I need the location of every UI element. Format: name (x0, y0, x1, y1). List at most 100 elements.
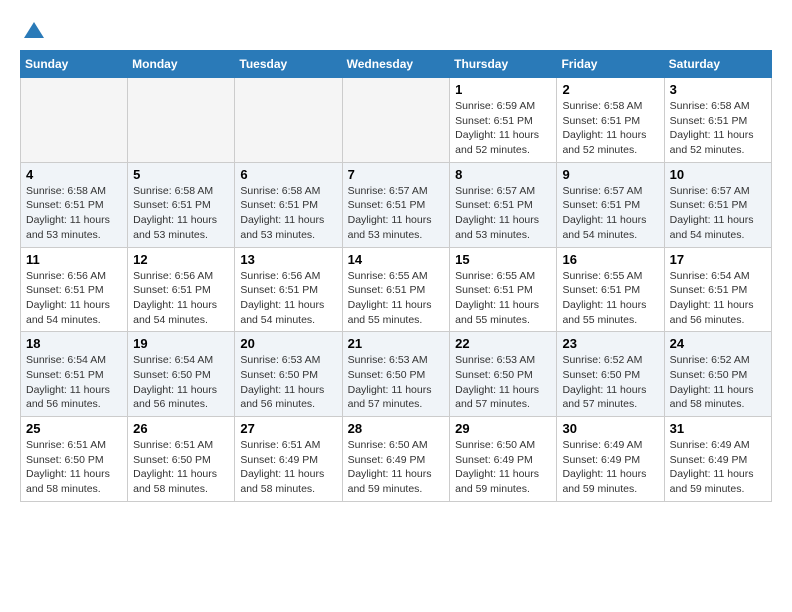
day-info: Sunrise: 6:51 AM Sunset: 6:50 PM Dayligh… (26, 438, 122, 497)
day-number: 27 (240, 421, 336, 436)
day-number: 2 (562, 82, 658, 97)
day-info: Sunrise: 6:54 AM Sunset: 6:51 PM Dayligh… (26, 353, 122, 412)
day-number: 12 (133, 252, 229, 267)
day-info: Sunrise: 6:56 AM Sunset: 6:51 PM Dayligh… (26, 269, 122, 328)
calendar-cell: 1 Sunrise: 6:59 AM Sunset: 6:51 PM Daylig… (450, 78, 557, 163)
calendar-cell: 28 Sunrise: 6:50 AM Sunset: 6:49 PM Dayli… (342, 417, 450, 502)
day-info: Sunrise: 6:58 AM Sunset: 6:51 PM Dayligh… (240, 184, 336, 243)
calendar-cell: 23 Sunrise: 6:52 AM Sunset: 6:50 PM Dayli… (557, 332, 664, 417)
calendar-cell: 31 Sunrise: 6:49 AM Sunset: 6:49 PM Dayli… (664, 417, 771, 502)
day-info: Sunrise: 6:56 AM Sunset: 6:51 PM Dayligh… (133, 269, 229, 328)
calendar-cell: 11 Sunrise: 6:56 AM Sunset: 6:51 PM Dayli… (21, 247, 128, 332)
calendar-cell: 18 Sunrise: 6:54 AM Sunset: 6:51 PM Dayli… (21, 332, 128, 417)
day-info: Sunrise: 6:50 AM Sunset: 6:49 PM Dayligh… (348, 438, 445, 497)
day-info: Sunrise: 6:54 AM Sunset: 6:51 PM Dayligh… (670, 269, 766, 328)
day-info: Sunrise: 6:58 AM Sunset: 6:51 PM Dayligh… (670, 99, 766, 158)
day-info: Sunrise: 6:53 AM Sunset: 6:50 PM Dayligh… (455, 353, 551, 412)
day-info: Sunrise: 6:51 AM Sunset: 6:49 PM Dayligh… (240, 438, 336, 497)
day-info: Sunrise: 6:54 AM Sunset: 6:50 PM Dayligh… (133, 353, 229, 412)
day-number: 7 (348, 167, 445, 182)
day-header-monday: Monday (128, 51, 235, 78)
logo-icon (22, 20, 46, 44)
day-info: Sunrise: 6:51 AM Sunset: 6:50 PM Dayligh… (133, 438, 229, 497)
day-info: Sunrise: 6:52 AM Sunset: 6:50 PM Dayligh… (670, 353, 766, 412)
day-number: 14 (348, 252, 445, 267)
calendar-cell: 4Sunrise: 6:58 AM Sunset: 6:51 PM Daylig… (21, 162, 128, 247)
day-header-sunday: Sunday (21, 51, 128, 78)
day-info: Sunrise: 6:57 AM Sunset: 6:51 PM Dayligh… (670, 184, 766, 243)
day-number: 21 (348, 336, 445, 351)
day-info: Sunrise: 6:57 AM Sunset: 6:51 PM Dayligh… (455, 184, 551, 243)
calendar-cell: 24 Sunrise: 6:52 AM Sunset: 6:50 PM Dayli… (664, 332, 771, 417)
calendar-week-row: 25Sunrise: 6:51 AM Sunset: 6:50 PM Dayli… (21, 417, 772, 502)
calendar-week-row: 4Sunrise: 6:58 AM Sunset: 6:51 PM Daylig… (21, 162, 772, 247)
day-number: 17 (670, 252, 766, 267)
calendar-cell: 20Sunrise: 6:53 AM Sunset: 6:50 PM Dayli… (235, 332, 342, 417)
day-info: Sunrise: 6:57 AM Sunset: 6:51 PM Dayligh… (562, 184, 658, 243)
calendar-week-row: 11 Sunrise: 6:56 AM Sunset: 6:51 PM Dayli… (21, 247, 772, 332)
day-number: 31 (670, 421, 766, 436)
calendar-cell: 21Sunrise: 6:53 AM Sunset: 6:50 PM Dayli… (342, 332, 450, 417)
day-number: 13 (240, 252, 336, 267)
calendar-cell: 7Sunrise: 6:57 AM Sunset: 6:51 PM Daylig… (342, 162, 450, 247)
day-header-thursday: Thursday (450, 51, 557, 78)
day-info: Sunrise: 6:56 AM Sunset: 6:51 PM Dayligh… (240, 269, 336, 328)
day-header-tuesday: Tuesday (235, 51, 342, 78)
logo (20, 20, 46, 40)
day-header-wednesday: Wednesday (342, 51, 450, 78)
calendar-cell: 6 Sunrise: 6:58 AM Sunset: 6:51 PM Daylig… (235, 162, 342, 247)
calendar-cell: 13 Sunrise: 6:56 AM Sunset: 6:51 PM Dayli… (235, 247, 342, 332)
calendar-cell: 5Sunrise: 6:58 AM Sunset: 6:51 PM Daylig… (128, 162, 235, 247)
calendar-cell: 26 Sunrise: 6:51 AM Sunset: 6:50 PM Dayli… (128, 417, 235, 502)
day-number: 10 (670, 167, 766, 182)
day-number: 22 (455, 336, 551, 351)
calendar-cell: 14Sunrise: 6:55 AM Sunset: 6:51 PM Dayli… (342, 247, 450, 332)
day-header-saturday: Saturday (664, 51, 771, 78)
day-info: Sunrise: 6:58 AM Sunset: 6:51 PM Dayligh… (26, 184, 122, 243)
page-header (20, 20, 772, 40)
day-number: 11 (26, 252, 122, 267)
calendar-cell: 19 Sunrise: 6:54 AM Sunset: 6:50 PM Dayli… (128, 332, 235, 417)
calendar-table: SundayMondayTuesdayWednesdayThursdayFrid… (20, 50, 772, 502)
calendar-cell: 27 Sunrise: 6:51 AM Sunset: 6:49 PM Dayli… (235, 417, 342, 502)
day-number: 26 (133, 421, 229, 436)
day-number: 9 (562, 167, 658, 182)
calendar-cell: 2 Sunrise: 6:58 AM Sunset: 6:51 PM Daylig… (557, 78, 664, 163)
day-header-friday: Friday (557, 51, 664, 78)
calendar-cell: 15Sunrise: 6:55 AM Sunset: 6:51 PM Dayli… (450, 247, 557, 332)
day-info: Sunrise: 6:59 AM Sunset: 6:51 PM Dayligh… (455, 99, 551, 158)
day-number: 30 (562, 421, 658, 436)
calendar-week-row: 1 Sunrise: 6:59 AM Sunset: 6:51 PM Daylig… (21, 78, 772, 163)
day-number: 18 (26, 336, 122, 351)
day-number: 5 (133, 167, 229, 182)
day-number: 20 (240, 336, 336, 351)
calendar-cell: 29Sunrise: 6:50 AM Sunset: 6:49 PM Dayli… (450, 417, 557, 502)
calendar-cell: 30 Sunrise: 6:49 AM Sunset: 6:49 PM Dayli… (557, 417, 664, 502)
calendar-cell (128, 78, 235, 163)
day-number: 15 (455, 252, 551, 267)
calendar-cell: 25Sunrise: 6:51 AM Sunset: 6:50 PM Dayli… (21, 417, 128, 502)
day-number: 29 (455, 421, 551, 436)
day-number: 28 (348, 421, 445, 436)
day-number: 6 (240, 167, 336, 182)
calendar-cell: 8Sunrise: 6:57 AM Sunset: 6:51 PM Daylig… (450, 162, 557, 247)
calendar-cell (21, 78, 128, 163)
day-info: Sunrise: 6:55 AM Sunset: 6:51 PM Dayligh… (562, 269, 658, 328)
calendar-cell: 16 Sunrise: 6:55 AM Sunset: 6:51 PM Dayli… (557, 247, 664, 332)
day-info: Sunrise: 6:49 AM Sunset: 6:49 PM Dayligh… (670, 438, 766, 497)
day-info: Sunrise: 6:49 AM Sunset: 6:49 PM Dayligh… (562, 438, 658, 497)
day-info: Sunrise: 6:52 AM Sunset: 6:50 PM Dayligh… (562, 353, 658, 412)
calendar-cell: 3Sunrise: 6:58 AM Sunset: 6:51 PM Daylig… (664, 78, 771, 163)
day-number: 16 (562, 252, 658, 267)
calendar-cell: 9 Sunrise: 6:57 AM Sunset: 6:51 PM Daylig… (557, 162, 664, 247)
calendar-header-row: SundayMondayTuesdayWednesdayThursdayFrid… (21, 51, 772, 78)
day-info: Sunrise: 6:58 AM Sunset: 6:51 PM Dayligh… (562, 99, 658, 158)
calendar-cell (235, 78, 342, 163)
calendar-cell: 22 Sunrise: 6:53 AM Sunset: 6:50 PM Dayli… (450, 332, 557, 417)
day-number: 24 (670, 336, 766, 351)
day-number: 23 (562, 336, 658, 351)
day-number: 1 (455, 82, 551, 97)
calendar-cell: 12 Sunrise: 6:56 AM Sunset: 6:51 PM Dayli… (128, 247, 235, 332)
calendar-week-row: 18 Sunrise: 6:54 AM Sunset: 6:51 PM Dayli… (21, 332, 772, 417)
day-number: 19 (133, 336, 229, 351)
